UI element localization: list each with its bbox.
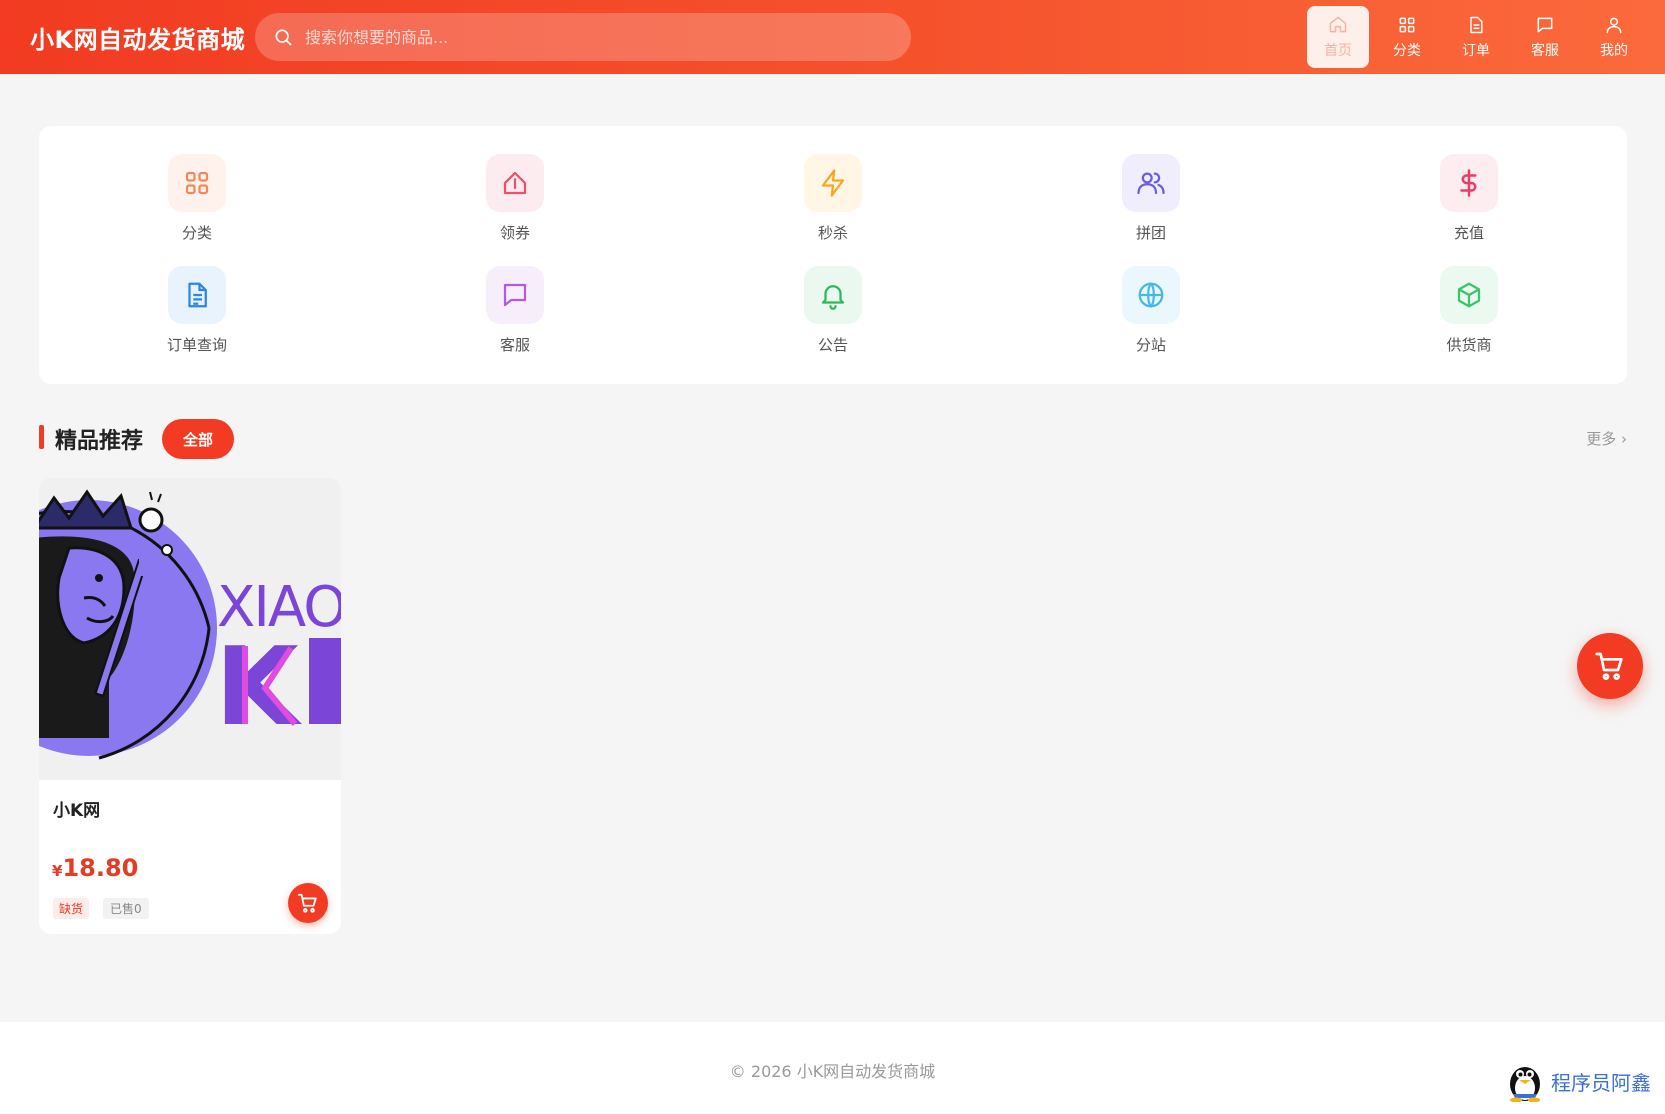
product-card[interactable]: XIAO K 小K网 ¥18.80 缺货 已售0 — [39, 478, 341, 934]
quick-entry-supplier[interactable]: 供货商 — [1409, 266, 1529, 355]
nav-category-label: 分类 — [1393, 42, 1421, 59]
footer-copyright: © 2026 小K网自动发货商城 — [729, 1062, 936, 1081]
users-icon — [1137, 172, 1165, 195]
quick-entry-label: 分站 — [1135, 336, 1166, 354]
section-accent-bar — [39, 425, 44, 449]
cart-icon — [297, 893, 317, 913]
product-name[interactable]: 小K网 — [53, 796, 100, 821]
quick-entry-category[interactable]: 分类 — [137, 154, 257, 243]
quick-entry-order-query[interactable]: 订单查询 — [137, 266, 257, 355]
top-nav: 首页 分类 订单 客服 我的 — [1300, 6, 1645, 68]
user-icon — [1606, 17, 1622, 33]
add-to-cart-button[interactable] — [288, 883, 328, 923]
quick-icon-box — [1122, 154, 1180, 212]
quick-entry-group-buy[interactable]: 拼团 — [1091, 154, 1211, 243]
search-input[interactable] — [305, 27, 865, 47]
nav-home-label: 首页 — [1324, 42, 1352, 59]
nav-orders[interactable]: 订单 — [1445, 6, 1507, 68]
section-filter-all[interactable]: 全部 — [162, 419, 234, 459]
price-currency: ¥ — [52, 862, 63, 880]
sold-count-badge: 已售0 — [103, 898, 149, 919]
price-value: 18.80 — [62, 854, 139, 882]
home-icon — [1329, 16, 1347, 32]
quick-entry-label: 供货商 — [1446, 336, 1492, 354]
cube-icon — [1457, 282, 1481, 308]
lightning-icon — [821, 169, 845, 197]
more-link[interactable]: 更多 › — [1586, 428, 1627, 449]
dollar-icon — [1460, 169, 1477, 197]
document-icon — [1470, 16, 1483, 33]
quick-icon-box — [1122, 266, 1180, 324]
product-logo-image: XIAO K — [39, 478, 341, 780]
chat-icon — [1537, 17, 1553, 32]
message-icon — [503, 283, 527, 307]
site-logo[interactable]: 小K网自动发货商城 — [30, 20, 245, 55]
nav-category[interactable]: 分类 — [1376, 6, 1438, 68]
quick-icon-box — [168, 154, 226, 212]
quick-entry-label: 客服 — [499, 336, 530, 354]
quick-entry-coupon[interactable]: 领券 — [455, 154, 575, 243]
cart-icon — [1595, 652, 1623, 680]
quick-entry-substation[interactable]: 分站 — [1091, 266, 1211, 355]
nav-service[interactable]: 客服 — [1514, 6, 1576, 68]
quick-entry-recharge[interactable]: 充值 — [1409, 154, 1529, 243]
quick-entry-label: 秒杀 — [817, 224, 848, 242]
nav-home[interactable]: 首页 — [1307, 6, 1369, 68]
search-bar[interactable] — [255, 13, 911, 61]
globe-icon — [1138, 282, 1164, 308]
quick-icon-box — [804, 154, 862, 212]
section-title: 精品推荐 — [55, 429, 144, 454]
product-image-text-bottom: K — [215, 625, 302, 750]
top-header: 小K网自动发货商城 首页 分类 订单 — [0, 0, 1665, 74]
quick-icon-box — [1440, 266, 1498, 324]
product-image[interactable]: XIAO K — [39, 478, 341, 780]
file-text-icon — [188, 282, 207, 308]
quick-icon-box — [486, 266, 544, 324]
nav-profile-label: 我的 — [1600, 42, 1628, 59]
quick-entry-label: 充值 — [1453, 224, 1484, 242]
quick-entry-label: 拼团 — [1135, 224, 1166, 242]
quick-entry-service[interactable]: 客服 — [455, 266, 575, 355]
quick-entry-notice[interactable]: 公告 — [773, 266, 893, 355]
quick-icon-box — [486, 154, 544, 212]
quick-entry-flash-sale[interactable]: 秒杀 — [773, 154, 893, 243]
nav-orders-label: 订单 — [1462, 42, 1490, 59]
nav-service-label: 客服 — [1531, 42, 1559, 59]
quick-entry-label: 分类 — [181, 224, 212, 242]
quick-entry-label: 订单查询 — [166, 336, 227, 354]
nav-profile[interactable]: 我的 — [1583, 6, 1645, 68]
penguin-icon — [1510, 1067, 1540, 1102]
coupon-icon — [503, 171, 527, 195]
floating-cart-button[interactable] — [1577, 633, 1643, 699]
quick-icon-box — [168, 266, 226, 324]
quick-entry-label: 领券 — [499, 224, 530, 242]
page-footer: © 2026 小K网自动发货商城 程序员阿鑫 — [0, 1022, 1665, 1114]
quick-icon-box — [804, 266, 862, 324]
watermark-text: 程序员阿鑫 — [1551, 1070, 1651, 1095]
product-price: ¥18.80 — [52, 854, 138, 882]
bell-icon — [821, 285, 845, 310]
quick-entry-panel: 分类 领券 秒杀 拼团 充值 订单查询 客服 公告 分站 供货商 — [39, 126, 1627, 384]
grid-icon — [1399, 17, 1415, 32]
watermark: 程序员阿鑫 — [1505, 1060, 1651, 1102]
grid-icon — [185, 171, 209, 195]
quick-icon-box — [1440, 154, 1498, 212]
stock-badge: 缺货 — [53, 898, 90, 919]
quick-entry-label: 公告 — [817, 336, 848, 354]
search-icon — [275, 29, 292, 46]
